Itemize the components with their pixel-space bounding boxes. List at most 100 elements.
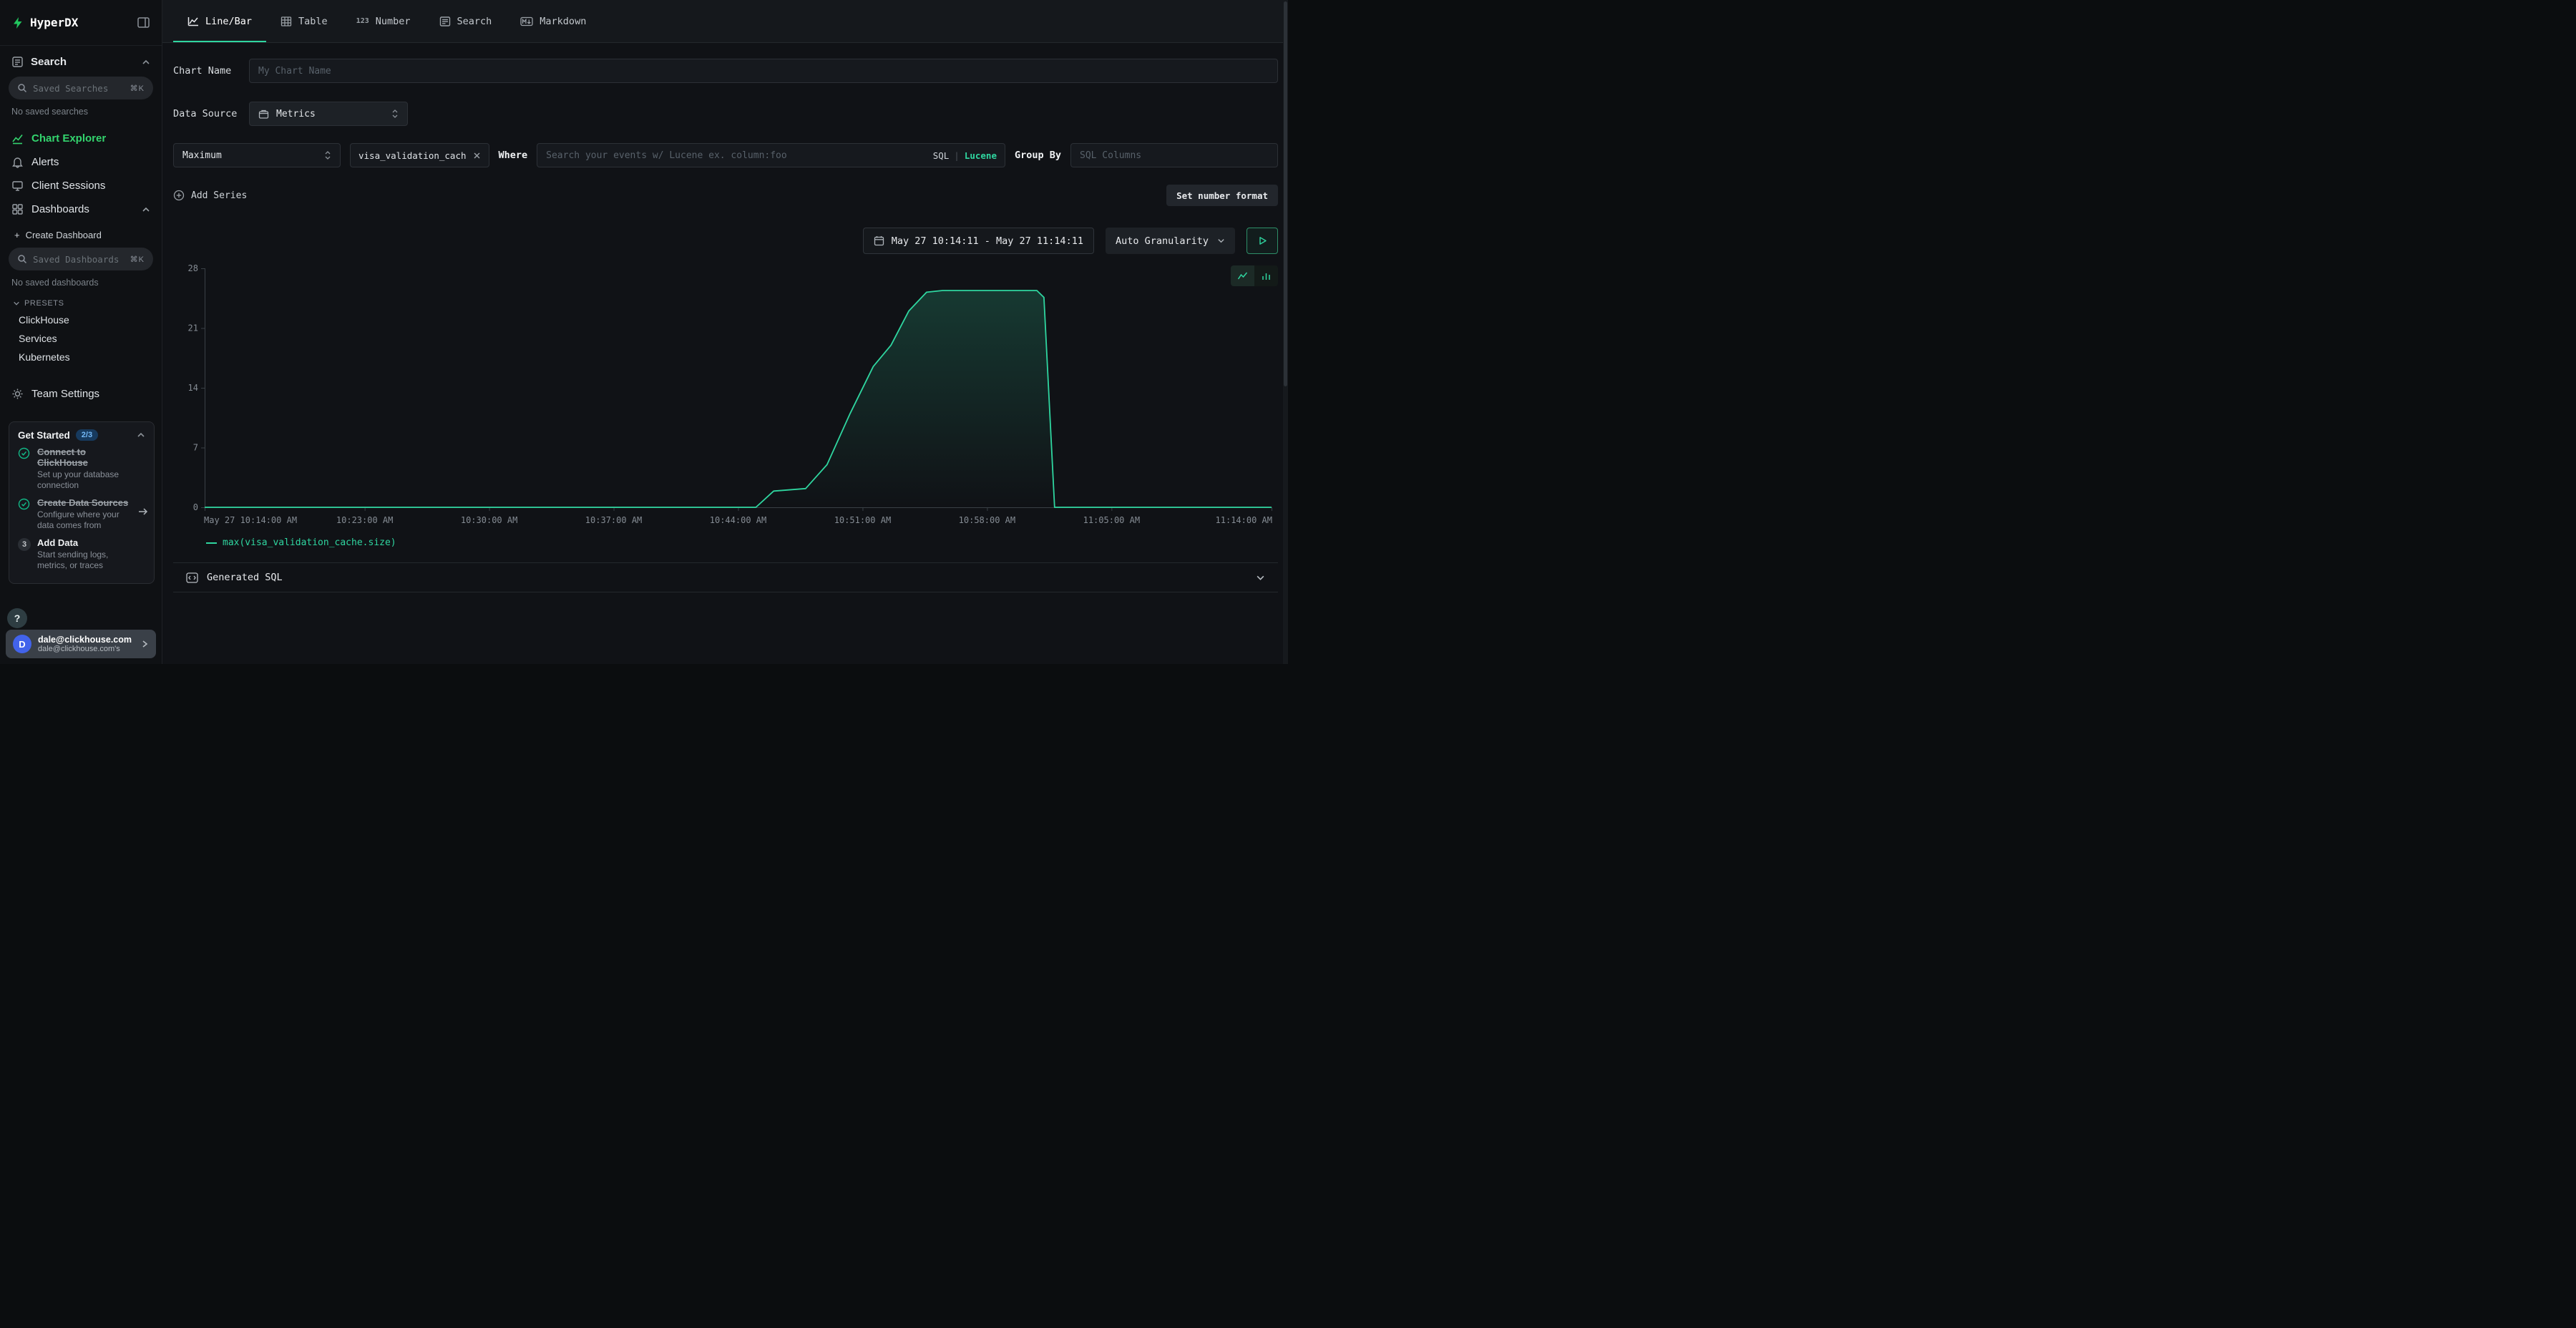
check-circle-icon: [18, 446, 31, 491]
no-saved-dashboards-text: No saved dashboards: [0, 270, 162, 290]
sidebar-item-label: Chart Explorer: [31, 132, 106, 145]
sql-chevron-down-icon: [1256, 573, 1265, 582]
markdown-tab-icon: [520, 16, 533, 26]
number-123-icon: 123: [356, 17, 369, 25]
saved-searches-search[interactable]: ⌘K: [9, 77, 153, 99]
client-sessions-monitor-icon: [11, 180, 24, 192]
add-series-label: Add Series: [191, 190, 247, 201]
get-started-step-sources[interactable]: Create Data Sources Configure where your…: [18, 497, 145, 531]
search-icon: [17, 83, 27, 93]
preset-kubernetes[interactable]: Kubernetes: [0, 348, 162, 366]
generated-sql-label: Generated SQL: [207, 572, 283, 583]
sidebar-item-client-sessions[interactable]: Client Sessions: [0, 174, 162, 197]
saved-dashboards-input[interactable]: [33, 254, 125, 265]
app-name: HyperDX: [30, 16, 78, 29]
granularity-chevron-down-icon: [1217, 237, 1225, 245]
sidebar-nav: Chart Explorer Alerts Client Sessions Da…: [0, 127, 162, 221]
metric-tag[interactable]: visa_validation_cach: [350, 143, 489, 167]
step-title: Add Data: [37, 537, 135, 548]
close-icon[interactable]: [473, 152, 481, 160]
sidebar-item-alerts[interactable]: Alerts: [0, 150, 162, 174]
presets-chevron-down-icon: [13, 300, 20, 307]
tab-search[interactable]: Search: [425, 0, 507, 42]
presets-toggle[interactable]: PRESETS: [0, 290, 162, 311]
app-logo[interactable]: HyperDX: [11, 16, 78, 29]
legend-series-label: max(visa_validation_cache.size): [223, 537, 396, 548]
get-started-step-add-data[interactable]: 3 Add Data Start sending logs, metrics, …: [18, 537, 145, 571]
group-by-input[interactable]: [1070, 143, 1278, 167]
sidebar-item-team-settings[interactable]: Team Settings: [0, 382, 162, 406]
page-scrollbar-thumb[interactable]: [1284, 1, 1287, 386]
chart-name-input[interactable]: [249, 59, 1278, 83]
tab-line-bar[interactable]: Line/Bar: [173, 0, 266, 42]
step-desc: Start sending logs, metrics, or traces: [37, 550, 135, 571]
sidebar-item-chart-explorer[interactable]: Chart Explorer: [0, 127, 162, 150]
help-button[interactable]: ?: [7, 608, 27, 628]
svg-text:10:44:00 AM: 10:44:00 AM: [710, 515, 766, 525]
preset-services[interactable]: Services: [0, 329, 162, 348]
line-chart-toggle-icon[interactable]: [1231, 265, 1254, 286]
search-section-chevron-up-icon[interactable]: [142, 58, 150, 67]
search-section-icon: [11, 56, 24, 68]
user-subtitle: dale@clickhouse.com's: [38, 645, 135, 653]
preset-clickhouse[interactable]: ClickHouse: [0, 311, 162, 329]
tab-number[interactable]: 123 Number: [342, 0, 425, 42]
user-chevron-right-icon: [141, 640, 149, 648]
aggregation-select[interactable]: Maximum: [173, 143, 341, 167]
updown-chevrons-icon: [391, 109, 399, 119]
team-settings-gear-icon: [11, 388, 24, 400]
run-query-button[interactable]: [1246, 228, 1278, 254]
sidebar-header: HyperDX: [0, 0, 162, 46]
get-started-chevron-up-icon[interactable]: [137, 431, 145, 439]
set-number-format-button[interactable]: Set number format: [1166, 185, 1278, 206]
alerts-bell-icon: [11, 156, 24, 168]
granularity-value: Auto Granularity: [1116, 235, 1209, 247]
series-row: Maximum visa_validation_cach Where SQL |…: [173, 143, 1278, 167]
avatar: D: [13, 635, 31, 653]
svg-text:21: 21: [188, 323, 198, 333]
sidebar-item-label: Dashboards: [31, 203, 134, 215]
line-bar-tab-icon: [187, 16, 199, 27]
metric-line-chart[interactable]: 07142128May 27 10:14:00 AM10:23:00 AM10:…: [173, 263, 1279, 536]
plus-icon: +: [14, 230, 20, 240]
svg-text:10:58:00 AM: 10:58:00 AM: [959, 515, 1015, 525]
saved-searches-input[interactable]: [33, 83, 125, 94]
dashboards-chevron-up-icon[interactable]: [142, 205, 150, 214]
create-dashboard-label: Create Dashboard: [26, 230, 102, 240]
chart-display-toggles: [1231, 265, 1278, 286]
date-range-picker[interactable]: May 27 10:14:11 - May 27 11:14:11: [863, 228, 1094, 254]
svg-text:11:14:00 AM: 11:14:00 AM: [1216, 515, 1272, 525]
bar-chart-toggle-icon[interactable]: [1254, 265, 1278, 286]
chart-explorer-form: Chart Name Data Source Metrics Maximum: [162, 43, 1288, 592]
user-menu[interactable]: D dale@clickhouse.com dale@clickhouse.co…: [6, 630, 156, 658]
data-source-select[interactable]: Metrics: [249, 102, 408, 126]
svg-text:0: 0: [193, 502, 198, 512]
chart-type-tabbar: Line/Bar Table 123 Number Search Markdow…: [162, 0, 1288, 43]
get-started-progress-badge: 2/3: [76, 429, 98, 441]
language-lucene-option[interactable]: Lucene: [965, 150, 997, 161]
step-desc: Configure where your data comes from: [37, 509, 135, 531]
no-saved-searches-text: No saved searches: [0, 99, 162, 119]
chart-legend[interactable]: max(visa_validation_cache.size): [206, 537, 1278, 548]
chart-panel: 07142128May 27 10:14:00 AM10:23:00 AM10:…: [173, 263, 1278, 548]
generated-sql-toggle[interactable]: Generated SQL: [173, 562, 1278, 592]
search-section-header[interactable]: Search: [0, 46, 162, 75]
tab-markdown[interactable]: Markdown: [506, 0, 600, 42]
sidebar-item-label: Alerts: [31, 156, 59, 168]
chart-explorer-icon: [11, 132, 24, 145]
create-dashboard-button[interactable]: + Create Dashboard: [0, 221, 162, 246]
granularity-select[interactable]: Auto Granularity: [1106, 228, 1235, 254]
svg-text:10:23:00 AM: 10:23:00 AM: [336, 515, 393, 525]
add-series-button[interactable]: Add Series: [173, 190, 247, 201]
collapse-sidebar-icon[interactable]: [137, 16, 150, 29]
language-sql-option[interactable]: SQL: [933, 150, 950, 161]
series-actions-row: Add Series Set number format: [173, 185, 1278, 206]
get-started-step-connect[interactable]: Connect to ClickHouse Set up your databa…: [18, 446, 145, 491]
where-label: Where: [499, 150, 528, 161]
svg-text:11:05:00 AM: 11:05:00 AM: [1083, 515, 1140, 525]
sidebar-item-dashboards[interactable]: Dashboards: [0, 197, 162, 221]
tab-table[interactable]: Table: [266, 0, 342, 42]
saved-dashboards-search[interactable]: ⌘K: [9, 248, 153, 270]
page-scrollbar[interactable]: [1283, 0, 1288, 664]
svg-text:14: 14: [188, 383, 198, 393]
